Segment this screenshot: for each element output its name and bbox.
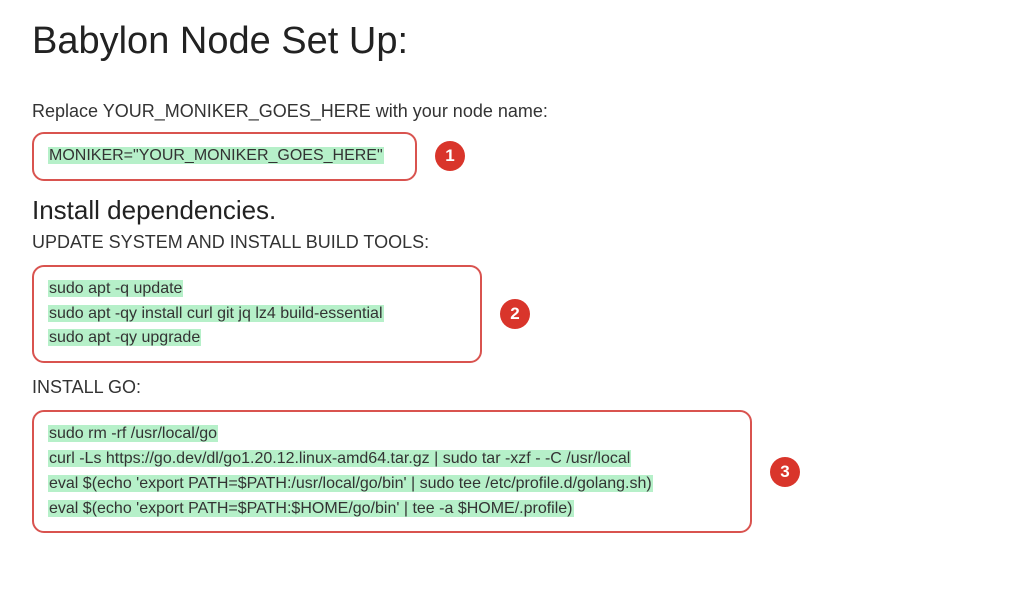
install-go-label: INSTALL GO: xyxy=(32,377,984,398)
moniker-code-box: MONIKER="YOUR_MONIKER_GOES_HERE" xyxy=(32,132,417,181)
highlight: curl -Ls https://go.dev/dl/go1.20.12.lin… xyxy=(48,450,631,467)
code-line: MONIKER="YOUR_MONIKER_GOES_HERE" xyxy=(48,144,401,169)
highlight: eval $(echo 'export PATH=$PATH:/usr/loca… xyxy=(48,475,653,492)
highlight: sudo apt -qy install curl git jq lz4 bui… xyxy=(48,305,384,322)
step-badge-1: 1 xyxy=(435,141,465,171)
deps-heading: Install dependencies. xyxy=(32,195,984,226)
highlight: sudo apt -q update xyxy=(48,280,183,297)
code-line: sudo rm -rf /usr/local/go xyxy=(48,422,736,447)
code-line: eval $(echo 'export PATH=$PATH:$HOME/go/… xyxy=(48,497,736,522)
highlight: MONIKER="YOUR_MONIKER_GOES_HERE" xyxy=(48,147,384,164)
code-line: sudo apt -qy install curl git jq lz4 bui… xyxy=(48,302,466,327)
code-line: curl -Ls https://go.dev/dl/go1.20.12.lin… xyxy=(48,447,736,472)
code-line: eval $(echo 'export PATH=$PATH:/usr/loca… xyxy=(48,472,736,497)
highlight: sudo rm -rf /usr/local/go xyxy=(48,425,218,442)
code-line: sudo apt -q update xyxy=(48,277,466,302)
step-3-row: sudo rm -rf /usr/local/go curl -Ls https… xyxy=(32,410,984,533)
update-system-label: UPDATE SYSTEM AND INSTALL BUILD TOOLS: xyxy=(32,232,984,253)
step-badge-3: 3 xyxy=(770,457,800,487)
update-code-box: sudo apt -q update sudo apt -qy install … xyxy=(32,265,482,363)
highlight: eval $(echo 'export PATH=$PATH:$HOME/go/… xyxy=(48,500,574,517)
go-code-box: sudo rm -rf /usr/local/go curl -Ls https… xyxy=(32,410,752,533)
step-1-row: MONIKER="YOUR_MONIKER_GOES_HERE" 1 xyxy=(32,132,984,181)
highlight: sudo apt -qy upgrade xyxy=(48,329,201,346)
code-line: sudo apt -qy upgrade xyxy=(48,326,466,351)
step-badge-2: 2 xyxy=(500,299,530,329)
page-title: Babylon Node Set Up: xyxy=(32,20,984,63)
step-2-row: sudo apt -q update sudo apt -qy install … xyxy=(32,265,984,363)
moniker-instruction: Replace YOUR_MONIKER_GOES_HERE with your… xyxy=(32,101,984,122)
